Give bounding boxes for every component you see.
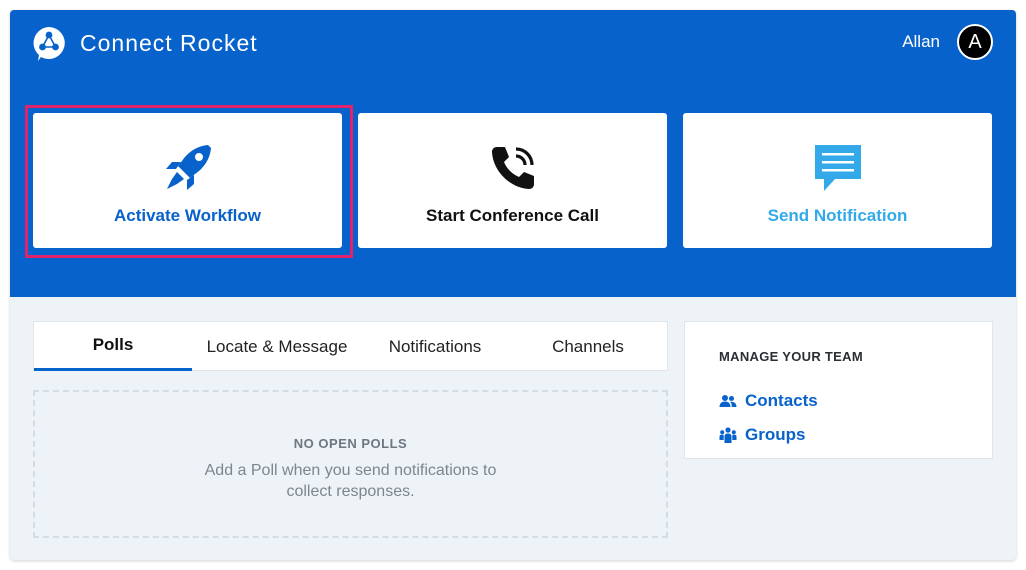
- tabs-bar: Polls Locate & Message Notifications Cha…: [33, 321, 668, 371]
- contacts-icon: [719, 395, 737, 407]
- manage-team-panel: MANAGE YOUR TEAM Contacts Groups: [684, 321, 993, 459]
- polls-empty-state: NO OPEN POLLS Add a Poll when you send n…: [33, 390, 668, 538]
- contacts-link[interactable]: Contacts: [719, 391, 818, 411]
- empty-state-text: Add a Poll when you send notifications t…: [204, 462, 497, 500]
- send-notification-label: Send Notification: [767, 206, 908, 225]
- groups-link[interactable]: Groups: [719, 425, 805, 445]
- groups-icon: [719, 427, 737, 443]
- user-name[interactable]: Allan: [902, 32, 940, 52]
- tab-polls[interactable]: Polls: [34, 322, 192, 371]
- activate-workflow-label: Activate Workflow: [113, 206, 262, 225]
- manage-team-title: MANAGE YOUR TEAM: [719, 349, 863, 364]
- empty-state-title: NO OPEN POLLS: [293, 436, 408, 451]
- start-conference-call-button[interactable]: Start Conference Call: [358, 113, 667, 248]
- send-notification-button[interactable]: Send Notification: [683, 113, 992, 248]
- contacts-label: Contacts: [745, 391, 818, 410]
- tab-notifications[interactable]: Notifications: [362, 322, 508, 371]
- header: Connect Rocket Allan A Activate Workflow: [10, 10, 1016, 297]
- avatar[interactable]: A: [957, 24, 993, 60]
- phone-call-icon: [491, 147, 534, 189]
- app-window: Connect Rocket Allan A Activate Workflow: [10, 10, 1016, 560]
- connect-rocket-logo-icon: [33, 27, 65, 61]
- start-conference-call-label: Start Conference Call: [426, 206, 599, 225]
- tab-channels[interactable]: Channels: [508, 322, 668, 371]
- rocket-icon: [165, 145, 211, 190]
- app-title: Connect Rocket: [80, 30, 258, 56]
- activate-workflow-button[interactable]: Activate Workflow: [33, 113, 342, 248]
- groups-label: Groups: [745, 425, 806, 444]
- tab-locate-message[interactable]: Locate & Message: [192, 322, 362, 371]
- message-icon: [814, 145, 861, 191]
